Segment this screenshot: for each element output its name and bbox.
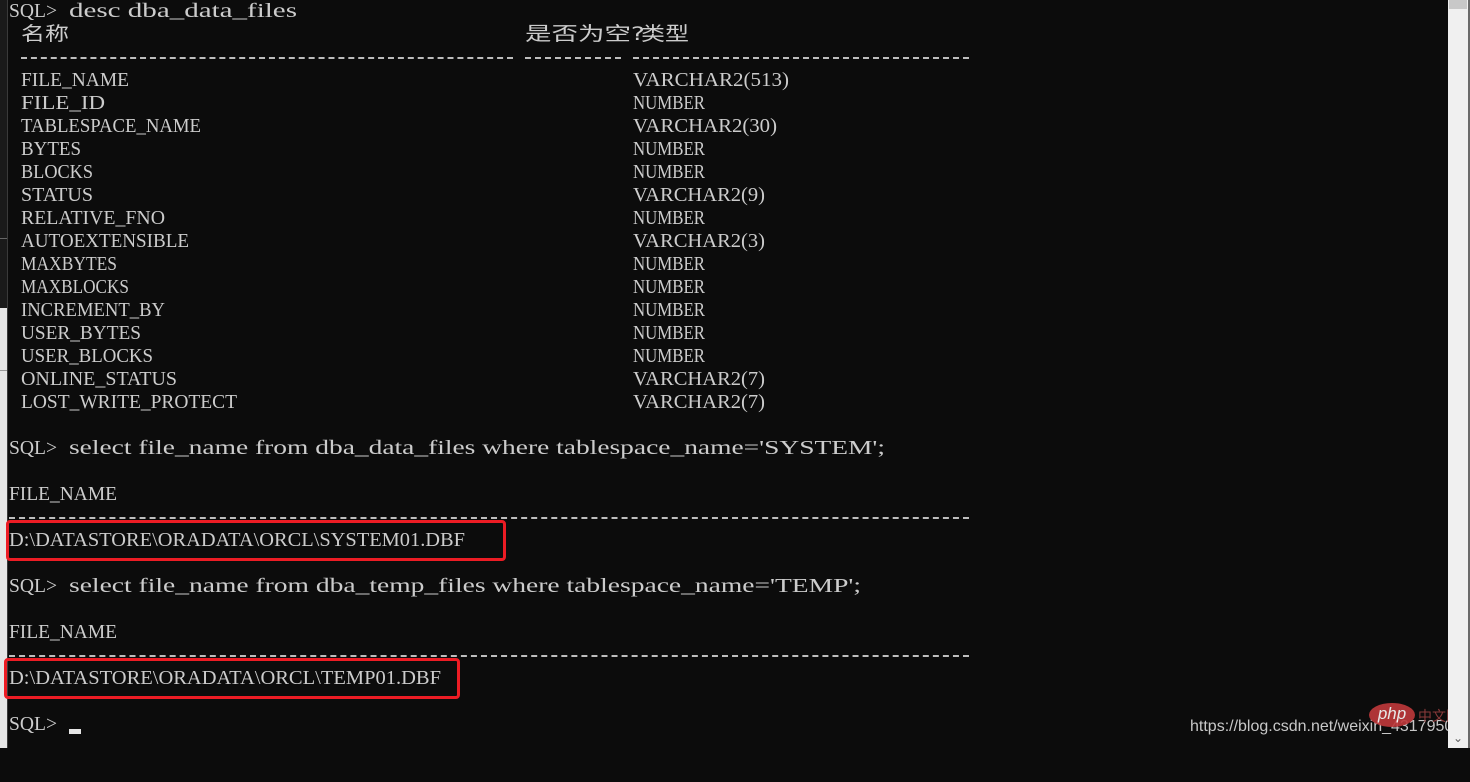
column-type: NUMBER [633, 253, 705, 275]
console-line-current-prompt[interactable]: SQL> [8, 713, 57, 736]
column-type: VARCHAR2(513) [633, 69, 789, 91]
separator-type [633, 57, 969, 59]
column-name: FILE_ID [21, 92, 105, 114]
background-window-edge [0, 0, 7, 748]
watermark-url: https://blog.csdn.net/weixin_4317950 [1190, 718, 1454, 735]
sql-prompt: SQL> [9, 0, 57, 22]
column-name: USER_BYTES [21, 322, 141, 344]
column-name: FILE_NAME [21, 69, 129, 91]
sql-prompt: SQL> [9, 713, 57, 735]
column-type: NUMBER [633, 276, 705, 298]
desc-separator-row [8, 46, 1008, 69]
column-type: NUMBER [633, 322, 705, 344]
column-type: VARCHAR2(7) [633, 391, 765, 413]
header-nullable: 是否为空? [525, 23, 645, 45]
column-type: NUMBER [633, 345, 705, 367]
separator-nullable [525, 57, 621, 59]
desc-header-row: 名称 是否为空? 类型 [8, 23, 689, 46]
console-line-query-system: SQL> select file_name from dba_data_file… [8, 437, 885, 460]
column-type: VARCHAR2(3) [633, 230, 765, 252]
column-type: NUMBER [633, 92, 705, 114]
header-type: 类型 [641, 23, 689, 45]
sql-prompt: SQL> [9, 575, 57, 597]
column-name: ONLINE_STATUS [21, 368, 177, 390]
header-name: 名称 [21, 23, 69, 45]
console-line-query-temp: SQL> select file_name from dba_temp_file… [8, 575, 861, 598]
column-header-file-name: FILE_NAME [9, 621, 117, 643]
column-name: LOST_WRITE_PROTECT [21, 391, 237, 413]
column-type: NUMBER [633, 161, 705, 183]
column-name: BLOCKS [21, 161, 93, 183]
query-system-text: select file_name from dba_data_files whe… [69, 437, 885, 459]
column-type: NUMBER [633, 207, 705, 229]
background-window-divider [0, 370, 7, 371]
column-header-file-name: FILE_NAME [9, 483, 117, 505]
column-name: BYTES [21, 138, 81, 160]
background-window-divider [0, 238, 7, 239]
column-type: VARCHAR2(9) [633, 184, 765, 206]
column-type: VARCHAR2(7) [633, 368, 765, 390]
column-name: INCREMENT_BY [21, 299, 165, 321]
column-type: VARCHAR2(30) [633, 115, 777, 137]
result-system-header: FILE_NAME [8, 483, 117, 506]
highlight-box-system-datafile [6, 520, 506, 561]
highlight-box-temp-file [4, 658, 460, 699]
text-cursor [69, 729, 81, 734]
vertical-scrollbar[interactable]: ⌄ [1448, 0, 1468, 748]
column-name: TABLESPACE_NAME [21, 115, 201, 137]
column-name: MAXBLOCKS [21, 276, 129, 298]
column-name: USER_BLOCKS [21, 345, 153, 367]
console-line-desc-command: SQL> desc dba_data_files [8, 0, 297, 23]
sqlplus-console[interactable]: SQL> desc dba_data_files 名称 是否为空? 类型 FIL… [4, 0, 1449, 748]
column-name: RELATIVE_FNO [21, 207, 165, 229]
sql-prompt: SQL> [9, 437, 57, 459]
query-temp-text: select file_name from dba_temp_files whe… [69, 575, 861, 597]
column-name: MAXBYTES [21, 253, 117, 275]
scroll-down-arrow-icon[interactable]: ⌄ [1448, 728, 1468, 748]
column-type: NUMBER [633, 138, 705, 160]
separator-name [21, 57, 513, 59]
desc-command-text: desc dba_data_files [69, 0, 297, 22]
php-logo-icon: php [1369, 703, 1415, 727]
result-temp-header: FILE_NAME [8, 621, 117, 644]
column-type: NUMBER [633, 299, 705, 321]
column-name: AUTOEXTENSIBLE [21, 230, 189, 252]
separator-file-name [9, 517, 969, 519]
column-name: STATUS [21, 184, 93, 206]
separator-file-name [9, 655, 969, 657]
scrollbar-thumb[interactable] [1449, 0, 1467, 9]
